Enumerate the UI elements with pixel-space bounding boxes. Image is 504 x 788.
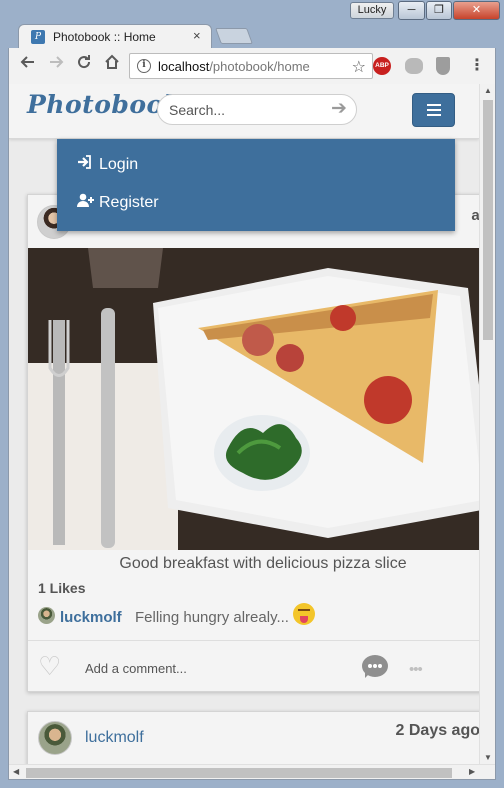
- comment-text: Felling hungry alrealy...: [135, 609, 289, 626]
- extension-icon[interactable]: [405, 58, 423, 74]
- scroll-right-arrow-icon[interactable]: ▶: [469, 767, 475, 776]
- profile-badge[interactable]: Lucky: [350, 2, 394, 19]
- horizontal-scrollbar[interactable]: ◀ ▶: [9, 764, 495, 779]
- dot: [378, 664, 382, 668]
- post-card: ay: [27, 194, 495, 692]
- forward-arrow-icon[interactable]: [45, 54, 67, 76]
- url-host: localhost: [158, 59, 210, 74]
- close-window-button[interactable]: ✕: [453, 1, 500, 20]
- post-username[interactable]: luckmolf: [85, 729, 144, 747]
- window-titlebar: Lucky ─ ❐ ✕: [0, 0, 504, 20]
- comment-username[interactable]: luckmolf: [60, 609, 122, 626]
- tab-title: Photobook :: Home: [53, 30, 156, 44]
- menu-item-login-label: Login: [99, 156, 139, 173]
- commenter-avatar[interactable]: [38, 607, 55, 624]
- browser-tab[interactable]: P Photobook :: Home ×: [18, 24, 212, 48]
- browser-menu-icon[interactable]: ⋮: [469, 55, 485, 75]
- hamburger-bar: [427, 104, 441, 106]
- tongue-out-emoji-icon: [293, 603, 315, 625]
- maximize-button[interactable]: ❐: [426, 1, 452, 20]
- menu-toggle-button[interactable]: [412, 93, 455, 127]
- back-arrow-icon[interactable]: [17, 54, 39, 76]
- comment-bubble-icon[interactable]: [362, 655, 388, 678]
- hamburger-bar: [427, 109, 441, 111]
- info-icon[interactable]: i: [137, 59, 151, 73]
- avatar[interactable]: [38, 721, 72, 755]
- shield-extension-icon[interactable]: [436, 57, 450, 75]
- comment-item: luckmolf Felling hungry alrealy...: [38, 603, 488, 629]
- heart-like-icon[interactable]: ♡: [38, 653, 61, 679]
- search-input[interactable]: [157, 94, 357, 125]
- photobook-favicon-icon: P: [31, 30, 45, 44]
- address-bar[interactable]: i localhost/photobook/home ☆: [129, 53, 373, 79]
- scroll-down-arrow-icon[interactable]: ▼: [484, 753, 492, 762]
- hamburger-bar: [427, 114, 441, 116]
- new-tab-button[interactable]: [215, 28, 253, 44]
- dot: [373, 664, 377, 668]
- menu-item-register[interactable]: Register: [77, 193, 159, 212]
- vertical-scroll-thumb[interactable]: [483, 100, 493, 340]
- post-timestamp: 2 Days ago: [395, 722, 480, 739]
- sign-in-icon: [77, 155, 95, 172]
- tab-close-icon[interactable]: ×: [193, 28, 201, 43]
- add-comment-input[interactable]: Add a comment...: [85, 661, 187, 676]
- post-caption: Good breakfast with delicious pizza slic…: [119, 555, 407, 572]
- reload-icon[interactable]: [73, 54, 95, 76]
- post-photo[interactable]: [28, 248, 495, 550]
- dot: [368, 664, 372, 668]
- nav-dropdown-menu: Login Register: [57, 139, 455, 231]
- vertical-scrollbar[interactable]: ▲ ▼: [479, 84, 495, 764]
- more-options-icon[interactable]: •••: [409, 661, 423, 678]
- divider: [28, 640, 495, 641]
- search-arrow-icon[interactable]: ➔: [331, 97, 347, 120]
- minimize-button[interactable]: ─: [398, 1, 425, 20]
- site-navbar: Photobook ➔: [9, 84, 479, 139]
- bookmark-star-icon[interactable]: ☆: [352, 57, 366, 77]
- adblock-plus-icon[interactable]: ABP: [373, 57, 391, 75]
- home-icon[interactable]: [101, 54, 123, 76]
- user-plus-icon: [77, 193, 95, 210]
- browser-toolbar: i localhost/photobook/home ☆ ABP ⋮: [8, 48, 496, 84]
- menu-item-register-label: Register: [99, 194, 159, 211]
- tab-strip: P Photobook :: Home ×: [0, 20, 504, 48]
- scroll-left-arrow-icon[interactable]: ◀: [13, 767, 19, 776]
- url-path: /photobook/home: [209, 59, 310, 74]
- url-text: localhost/photobook/home: [158, 59, 310, 74]
- menu-item-login[interactable]: Login: [77, 155, 138, 174]
- horizontal-scroll-thumb[interactable]: [26, 768, 452, 778]
- page-viewport: Photobook ➔ Login Register ay: [8, 84, 496, 780]
- scroll-up-arrow-icon[interactable]: ▲: [484, 86, 492, 95]
- like-count[interactable]: 1 Likes: [38, 580, 85, 596]
